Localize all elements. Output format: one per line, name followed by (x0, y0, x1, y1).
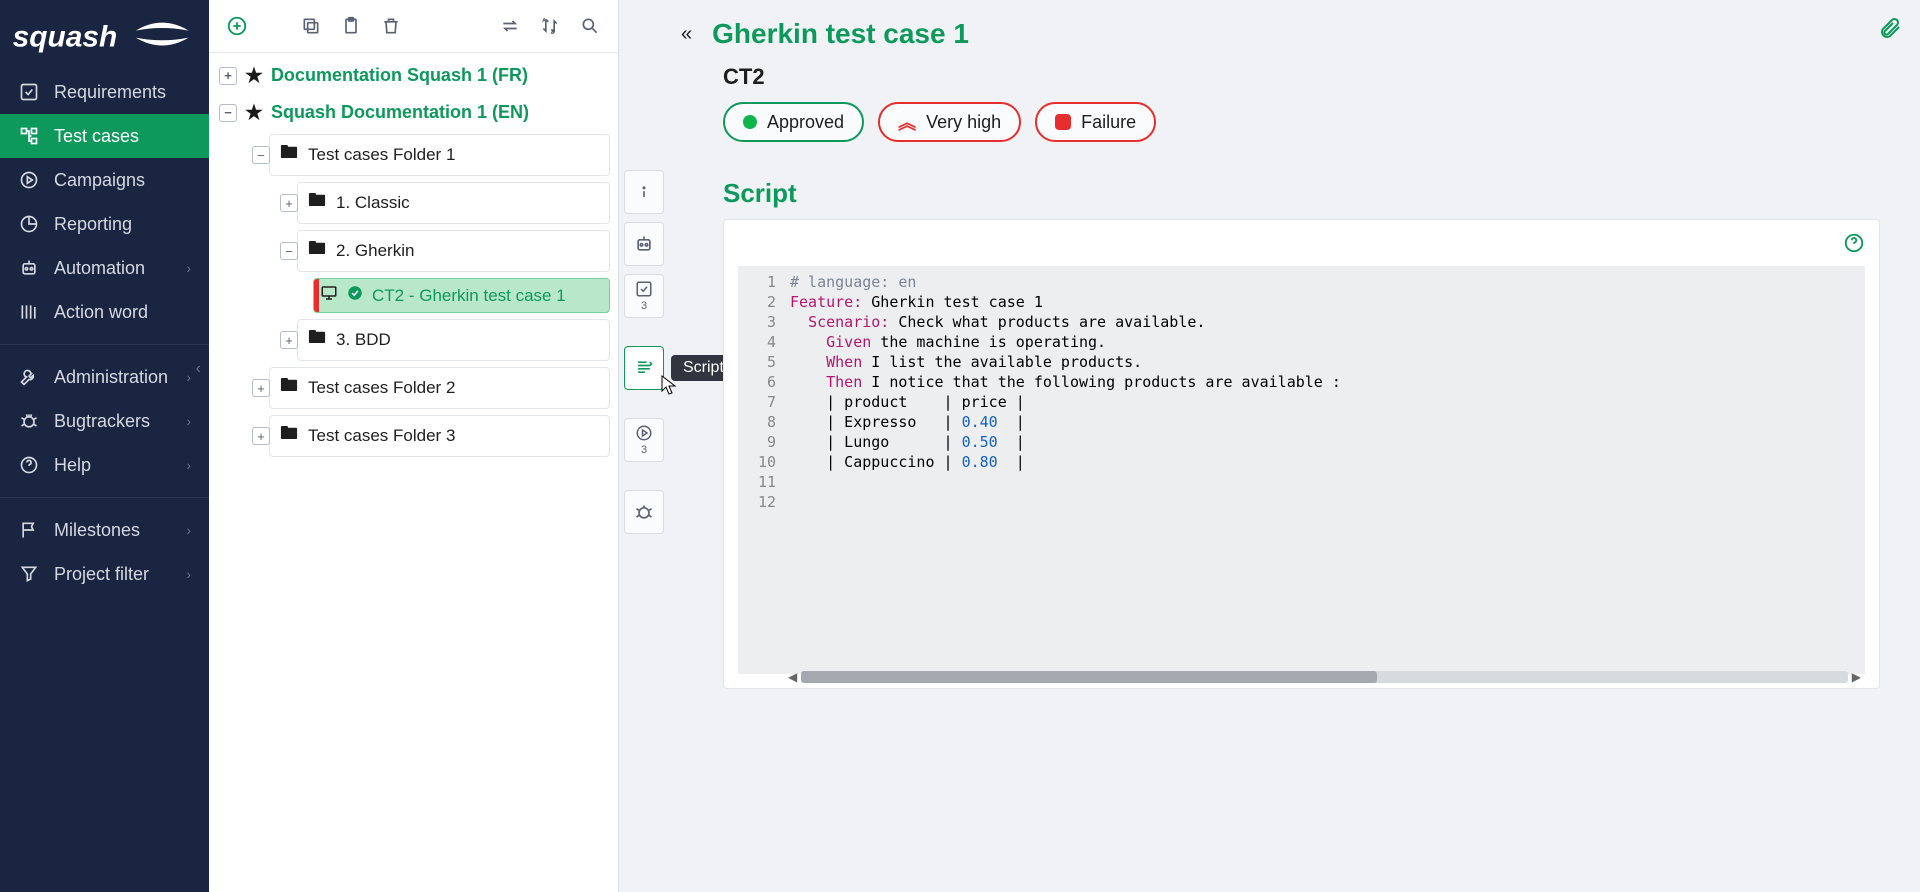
swap-button[interactable] (492, 8, 528, 44)
nav-project-filter[interactable]: Project filter › (0, 552, 209, 596)
tab-steps[interactable]: 3 (624, 274, 664, 318)
page-title: Gherkin test case 1 (712, 18, 969, 50)
testcase-reference: CT2 (723, 64, 1880, 90)
nav-milestones[interactable]: Milestones › (0, 508, 209, 552)
attachment-icon[interactable] (1878, 14, 1902, 49)
tree-toolbar: AZ (209, 0, 618, 53)
nav-automation[interactable]: Automation › (0, 246, 209, 290)
robot-icon (18, 257, 40, 279)
section-title: Script (723, 178, 1880, 209)
code-area[interactable]: # language: enFeature: Gherkin test case… (784, 266, 1865, 674)
chevron-right-icon: › (186, 566, 191, 582)
project-row[interactable]: + ★ Documentation Squash 1 (FR) (215, 57, 610, 94)
status-square-icon (1055, 114, 1071, 130)
expand-toggle[interactable]: + (252, 379, 270, 397)
expand-toggle[interactable]: + (280, 331, 298, 349)
folder-row[interactable]: − 🖿 Test cases Folder 1 (269, 134, 610, 176)
add-button[interactable] (219, 8, 255, 44)
folder-row[interactable]: + 🖿 Test cases Folder 3 (269, 415, 610, 457)
filter-icon (18, 563, 40, 585)
project-row[interactable]: − ★ Squash Documentation 1 (EN) (215, 94, 610, 131)
importance-pill[interactable]: ︽ Very high (878, 102, 1021, 142)
tree-icon (18, 125, 40, 147)
chevrons-up-icon: ︽ (898, 109, 916, 135)
monitor-icon (320, 284, 338, 307)
status-dot-icon (743, 115, 757, 129)
main-sidebar: squash Requirements Test cases (0, 0, 209, 892)
nav-reporting[interactable]: Reporting (0, 202, 209, 246)
star-icon: ★ (245, 63, 263, 88)
main-content: « Gherkin test case 1 CT2 Approved ︽ Ver… (669, 0, 1920, 892)
check-square-icon (18, 81, 40, 103)
line-gutter: 123456789101112 (738, 266, 784, 674)
expand-toggle[interactable]: − (252, 146, 270, 164)
status-check-icon (346, 284, 364, 307)
folder-icon: 🖿 (280, 140, 300, 170)
svg-text:squash: squash (12, 20, 117, 53)
details-tab-rail: 3 Script 3 (619, 0, 669, 892)
brand-logo: squash (0, 0, 209, 70)
chevron-right-icon: › (186, 369, 191, 385)
chevron-right-icon: › (186, 457, 191, 473)
pie-chart-icon (18, 213, 40, 235)
nav-action-word[interactable]: Action word (0, 290, 209, 334)
tab-info[interactable] (624, 170, 664, 214)
folder-row[interactable]: + 🖿 1. Classic (297, 182, 610, 224)
status-pill[interactable]: Approved (723, 102, 864, 142)
sort-button[interactable]: AZ (532, 8, 568, 44)
library-icon (18, 301, 40, 323)
flag-icon (18, 519, 40, 541)
folder-icon: 🖿 (280, 373, 300, 403)
tree-panel: AZ + ★ Documentation Squash 1 (FR) − ★ S… (209, 0, 619, 892)
expand-toggle[interactable]: − (280, 242, 298, 260)
tab-script[interactable]: Script (624, 346, 664, 390)
help-circle-icon (18, 454, 40, 476)
nav-bugtrackers[interactable]: Bugtrackers › (0, 399, 209, 443)
execution-pill[interactable]: Failure (1035, 102, 1156, 142)
horizontal-scrollbar[interactable]: ◀ ▶ (784, 670, 1865, 684)
nav-campaigns[interactable]: Campaigns (0, 158, 209, 202)
delete-button[interactable] (373, 8, 409, 44)
search-button[interactable] (572, 8, 608, 44)
collapse-button[interactable]: « (681, 23, 692, 46)
folder-icon: 🖿 (280, 421, 300, 451)
copy-button[interactable] (293, 8, 329, 44)
expand-toggle[interactable]: + (280, 194, 298, 212)
scroll-right-arrow[interactable]: ▶ (1848, 670, 1865, 684)
folder-row[interactable]: + 🖿 Test cases Folder 2 (269, 367, 610, 409)
nav-administration[interactable]: Administration › (0, 355, 209, 399)
script-editor[interactable]: 123456789101112 # language: enFeature: G… (723, 219, 1880, 689)
chevron-right-icon: › (186, 413, 191, 429)
help-icon[interactable] (1843, 232, 1865, 260)
folder-row[interactable]: − 🖿 2. Gherkin (297, 230, 610, 272)
nav-help[interactable]: Help › (0, 443, 209, 487)
chevron-right-icon: › (186, 260, 191, 276)
bug-icon (18, 410, 40, 432)
folder-row[interactable]: + 🖿 3. BDD (297, 319, 610, 361)
wrench-icon (18, 366, 40, 388)
expand-toggle[interactable]: − (219, 104, 237, 122)
expand-toggle[interactable]: + (219, 67, 237, 85)
nav-requirements[interactable]: Requirements (0, 70, 209, 114)
chevron-right-icon: › (186, 522, 191, 538)
tab-issues[interactable] (624, 490, 664, 534)
play-circle-icon (18, 169, 40, 191)
paste-button[interactable] (333, 8, 369, 44)
tab-automation[interactable] (624, 222, 664, 266)
tab-executions[interactable]: 3 (624, 418, 664, 462)
nav-test-cases[interactable]: Test cases (0, 114, 209, 158)
folder-icon: 🖿 (308, 236, 328, 266)
testcase-row-selected[interactable]: CT2 - Gherkin test case 1 (313, 278, 610, 313)
scroll-left-arrow[interactable]: ◀ (784, 670, 801, 684)
star-icon: ★ (245, 100, 263, 125)
folder-icon: 🖿 (308, 325, 328, 355)
folder-icon: 🖿 (308, 188, 328, 218)
expand-toggle[interactable]: + (252, 427, 270, 445)
svg-text:Z: Z (551, 30, 554, 36)
